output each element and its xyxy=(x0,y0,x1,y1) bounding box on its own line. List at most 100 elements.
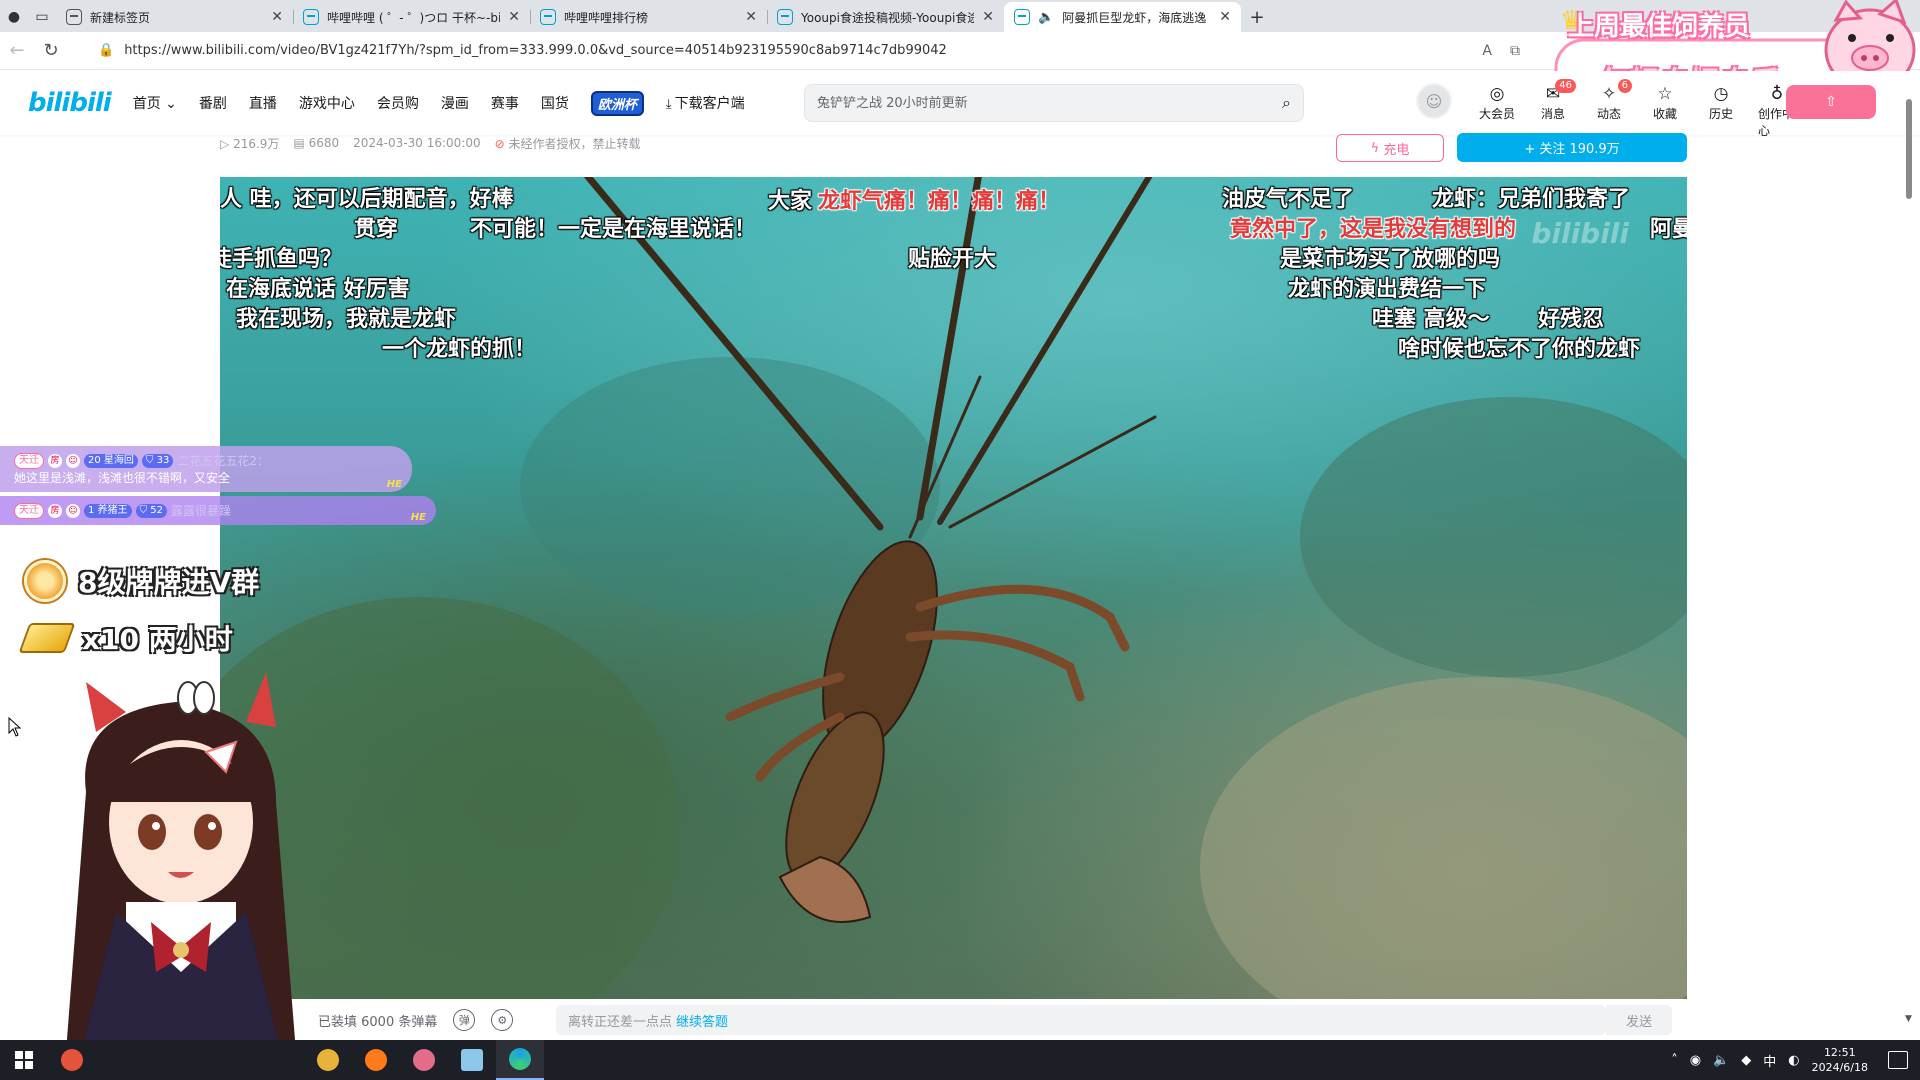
lock-icon: 🔒 xyxy=(98,43,115,58)
clock-date: 2024/6/18 xyxy=(1811,1061,1868,1074)
search-icon[interactable]: ⌕ xyxy=(1282,93,1291,113)
close-icon[interactable]: ✕ xyxy=(1219,9,1231,25)
new-tab-button[interactable]: + xyxy=(1241,2,1273,32)
taskbar-edge[interactable] xyxy=(496,1040,544,1080)
medal-icon xyxy=(24,560,66,602)
best-feeder-title: 上周最佳饲养员 xyxy=(1568,12,1751,42)
nav-domestic[interactable]: 国货 xyxy=(541,93,569,113)
nav-anime[interactable]: 番剧 xyxy=(199,93,227,113)
mouse-cursor-icon xyxy=(8,717,22,737)
shield-icon: ⛉ xyxy=(145,454,154,466)
reward-line: 8级牌牌进V群 xyxy=(24,560,259,602)
danmaku-settings-icon[interactable]: ⚙ xyxy=(491,1009,514,1031)
follow-button[interactable]: + 关注 190.9万 xyxy=(1457,133,1687,162)
taskbar-app-1[interactable] xyxy=(48,1040,96,1080)
taskbar-app-4[interactable] xyxy=(400,1040,448,1080)
notification-icon[interactable] xyxy=(1888,1051,1908,1069)
nav-manga[interactable]: 漫画 xyxy=(441,93,469,113)
chat-tag: HE xyxy=(410,512,426,523)
nav-esports[interactable]: 赛事 xyxy=(491,93,519,113)
scroll-down-arrow-icon[interactable]: ▼ xyxy=(1905,1014,1912,1024)
network-icon[interactable]: ◉ xyxy=(1690,1053,1701,1068)
danmaku-item: 贴脸开大 xyxy=(908,247,997,272)
danmaku-item: 不可能！一定是在海里说话！ xyxy=(470,217,757,242)
danmaku-item: 徒手抓鱼吗？ xyxy=(220,247,343,272)
charge-button[interactable]: ϟ 充电 xyxy=(1336,134,1444,162)
danmaku-item: 好残忍 xyxy=(1538,307,1605,332)
chevron-up-icon[interactable]: ˄ xyxy=(1671,1053,1678,1068)
close-icon[interactable]: ✕ xyxy=(508,9,520,25)
taskbar-app-3[interactable] xyxy=(352,1040,400,1080)
volume-icon[interactable]: 🔈 xyxy=(1713,1053,1729,1068)
bunny-ears-icon xyxy=(177,681,215,715)
chat-username: 露露很暴躁 xyxy=(170,504,231,518)
bilibili-logo[interactable]: bilibili xyxy=(28,88,112,118)
vtuber-avatar-image xyxy=(66,672,296,1072)
danmaku-loaded-count: 已装填 6000 条弹幕 xyxy=(318,1014,438,1030)
app-install-icon[interactable]: ⧉ xyxy=(1510,43,1520,59)
browser-tab-0[interactable]: 新建标签页 ✕ xyxy=(56,2,293,32)
nav-mall[interactable]: 会员购 xyxy=(377,93,419,113)
nav-live[interactable]: 直播 xyxy=(249,93,277,113)
windows-start-icon[interactable] xyxy=(0,1040,48,1080)
chevron-down-icon: ⌄ xyxy=(165,96,177,112)
ime-indicator[interactable]: 中 xyxy=(1763,1051,1776,1070)
taskbar-app-5[interactable] xyxy=(448,1040,496,1080)
history-icon: ◷ xyxy=(1713,84,1729,104)
close-icon[interactable]: ✕ xyxy=(271,9,283,25)
app-tray-icon[interactable]: ◐ xyxy=(1788,1053,1799,1068)
honor-badge-icon: 房 xyxy=(48,503,62,518)
nav-game-center[interactable]: 游戏中心 xyxy=(299,93,355,113)
header-history[interactable]: ◷ 历史 xyxy=(1702,83,1740,122)
upload-button[interactable]: ⇧ xyxy=(1786,85,1876,119)
header-dynamic-label: 动态 xyxy=(1596,107,1621,121)
header-vip[interactable]: ◎ 大会员 xyxy=(1478,83,1516,122)
header-messages[interactable]: ✉ 46 消息 xyxy=(1534,79,1576,122)
back-icon[interactable]: ← xyxy=(0,36,34,66)
continue-quiz-link[interactable]: 继续答题 xyxy=(676,1011,728,1030)
clock-time: 12:51 xyxy=(1823,1046,1856,1059)
browser-tab-4[interactable]: 🔈 阿曼抓巨型龙虾，海底逃逸 ✕ xyxy=(1004,2,1241,32)
close-icon[interactable]: ✕ xyxy=(982,9,994,25)
nav-euro-cup[interactable]: 欧洲杯 xyxy=(590,90,644,116)
app-icon xyxy=(413,1049,435,1071)
clock[interactable]: 12:51 2024/6/18 xyxy=(1812,1045,1868,1075)
header-vip-label: 大会员 xyxy=(1478,107,1515,121)
nav-download-client[interactable]: ⤓ 下载客户端 xyxy=(666,93,745,113)
video-info: ▷ 216.9万 ▤ 6680 2024-03-30 16:00:00 ⊘ 未经… xyxy=(220,134,641,152)
chat-message: 天迁 房 ☺ 20 星海回 ⛉ 33 二花五花五花2： 她这里是浅滩，浅滩也很不… xyxy=(0,446,412,492)
forbidden-icon: ⊘ xyxy=(494,136,505,151)
vip-icon: ◎ xyxy=(1489,84,1505,104)
header-dynamic[interactable]: ✧ 6 动态 xyxy=(1590,79,1632,122)
tab-title: 哔哩哔哩排行榜 xyxy=(564,10,649,25)
header-favorites-label: 收藏 xyxy=(1652,107,1677,121)
header-favorites[interactable]: ☆ 收藏 xyxy=(1646,83,1684,122)
refresh-icon[interactable]: ↻ xyxy=(34,36,68,66)
danmaku-send-button[interactable]: 发送 xyxy=(1606,1005,1672,1035)
url-field[interactable]: 🔒 https://www.bilibili.com/video/BV1gz42… xyxy=(98,37,1478,65)
browser-tab-3[interactable]: Yooupi食途投稿视频-Yooupi食途 ✕ xyxy=(767,2,1004,32)
avatar[interactable]: ☺ xyxy=(1416,83,1452,119)
profile-icon[interactable]: ● xyxy=(0,2,28,32)
tab-title: Yooupi食途投稿视频-Yooupi食途 xyxy=(801,10,975,25)
scrollbar-thumb[interactable] xyxy=(1906,99,1912,199)
search-input[interactable] xyxy=(817,95,1283,111)
avatar: ☺ xyxy=(66,453,80,468)
header-messages-label: 消息 xyxy=(1540,107,1565,121)
browser-tab-1[interactable]: 哔哩哔哩 ( ゜- ゜)つロ 干杯~-bili ✕ xyxy=(293,2,530,32)
security-icon[interactable]: ◆ xyxy=(1741,1053,1751,1068)
header-history-label: 历史 xyxy=(1708,107,1733,121)
close-icon[interactable]: ✕ xyxy=(745,9,757,25)
page-scrollbar[interactable]: ▼ xyxy=(1902,94,1918,1034)
tab-actions-icon[interactable]: ▭ xyxy=(28,2,56,32)
speaker-icon[interactable]: 🔈 xyxy=(1038,10,1054,25)
danmaku-input-hint: 离转正还差一点点 xyxy=(568,1014,673,1030)
read-aloud-icon[interactable]: A xyxy=(1482,43,1492,59)
taskbar-app-2[interactable] xyxy=(304,1040,352,1080)
url-text[interactable]: https://www.bilibili.com/video/BV1gz421f… xyxy=(124,43,947,58)
nav-home[interactable]: 首页 ⌄ xyxy=(133,93,177,113)
video-player[interactable]: bilibili 人 哇，还可以后期配音，好棒 贯穿 不可能！一定是在海里说话！… xyxy=(220,177,1687,999)
danmaku-input[interactable]: 离转正还差一点点 继续答题 xyxy=(556,1005,1606,1035)
browser-tab-2[interactable]: 哔哩哔哩排行榜 ✕ xyxy=(530,2,767,32)
danmaku-toggle-icon[interactable]: 弹 xyxy=(453,1009,476,1031)
